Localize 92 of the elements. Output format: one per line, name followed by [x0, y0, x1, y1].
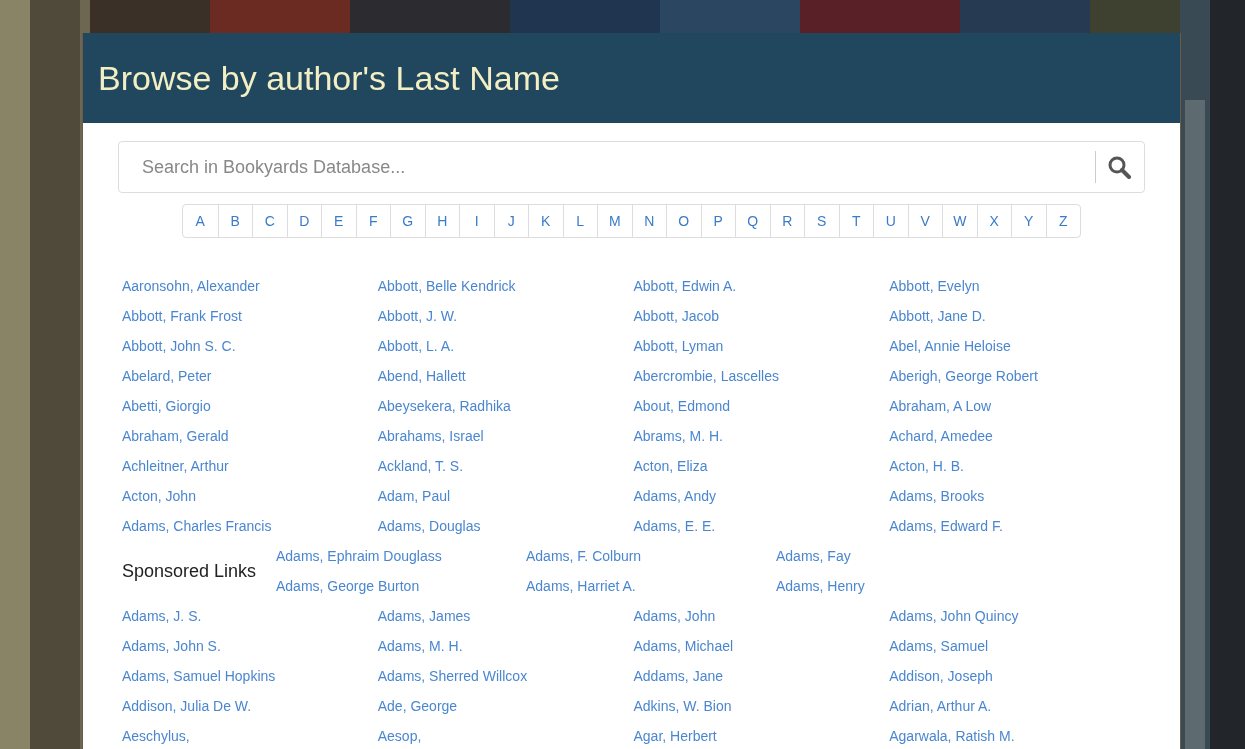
author-link[interactable]: Adams, Harriet A. — [526, 575, 636, 597]
author-link[interactable]: Abraham, A Low — [889, 395, 992, 417]
author-link[interactable]: Abeysekera, Radhika — [377, 395, 511, 417]
author-link[interactable]: Addison, Joseph — [889, 665, 993, 687]
author-link[interactable]: Adams, John S. — [122, 635, 221, 657]
author-link[interactable]: Adams, James — [377, 605, 471, 627]
letter-link[interactable]: I — [459, 205, 494, 237]
author-link[interactable]: Adams, Ephraim Douglass — [276, 545, 442, 567]
letter-link[interactable]: Z — [1045, 205, 1080, 237]
letter-link[interactable]: E — [321, 205, 356, 237]
letter-link[interactable]: H — [424, 205, 459, 237]
author-link[interactable]: Abbott, L. A. — [377, 335, 455, 357]
author-link[interactable]: Adkins, W. Bion — [633, 695, 732, 717]
author-link[interactable]: Adams, Charles Francis — [122, 515, 272, 537]
author-link[interactable]: Adams, Andy — [633, 485, 716, 507]
author-link[interactable]: Adams, Sherred Willcox — [377, 665, 528, 687]
author-link[interactable]: Adams, Douglas — [377, 515, 481, 537]
author-link[interactable]: Acton, Eliza — [633, 455, 708, 477]
letter-link[interactable]: M — [597, 205, 632, 237]
author-link[interactable]: Addison, Julia De W. — [122, 695, 252, 717]
author-link[interactable]: Adams, Edward F. — [889, 515, 1003, 537]
author-link[interactable]: Abraham, Gerald — [122, 425, 229, 447]
author-link[interactable]: Adams, John — [633, 605, 716, 627]
author-link[interactable]: Abbott, Evelyn — [889, 275, 980, 297]
letter-link[interactable]: J — [493, 205, 528, 237]
author-link[interactable]: Abel, Annie Heloise — [889, 335, 1011, 357]
author-link[interactable]: Adams, Henry — [776, 575, 865, 597]
author-link[interactable]: Abbott, Jane D. — [889, 305, 986, 327]
author-link[interactable]: Adams, M. H. — [377, 635, 463, 657]
letter-link[interactable]: B — [217, 205, 252, 237]
author-link[interactable]: Abbott, Jacob — [633, 305, 720, 327]
author-link[interactable]: Acton, John — [122, 485, 196, 507]
author-link[interactable]: Aesop, — [377, 725, 422, 747]
search-field[interactable]: Search in Bookyards Database... — [118, 141, 1145, 193]
author-link[interactable]: Agarwala, Ratish M. — [889, 725, 1015, 747]
author-link[interactable]: Addams, Jane — [633, 665, 723, 687]
letter-link[interactable]: N — [631, 205, 666, 237]
letter-link[interactable]: Q — [735, 205, 770, 237]
author-link[interactable]: Adams, Fay — [776, 545, 851, 567]
author-link[interactable]: Aaronsohn, Alexander — [122, 275, 260, 297]
letter-link[interactable]: X — [976, 205, 1011, 237]
author-link[interactable]: Adams, J. S. — [122, 605, 202, 627]
author-link[interactable]: About, Edmond — [633, 395, 730, 417]
author-link[interactable]: Acton, H. B. — [889, 455, 964, 477]
author-link[interactable]: Adams, Samuel Hopkins — [122, 665, 276, 687]
author-link[interactable]: Abetti, Giorgio — [122, 395, 211, 417]
author-link[interactable]: Achleitner, Arthur — [122, 455, 229, 477]
letter-link[interactable]: V — [907, 205, 942, 237]
author-link[interactable]: Adams, E. E. — [633, 515, 716, 537]
letter-link[interactable]: C — [252, 205, 287, 237]
author-link[interactable]: Adam, Paul — [377, 485, 451, 507]
author-link[interactable]: Abbott, Belle Kendrick — [377, 275, 516, 297]
letter-link[interactable]: F — [355, 205, 390, 237]
letter-link[interactable]: A — [183, 205, 218, 237]
author-link[interactable]: Adrian, Arthur A. — [889, 695, 992, 717]
author-link[interactable]: Aeschylus, — [122, 725, 190, 747]
author-link[interactable]: Abbott, Edwin A. — [633, 275, 737, 297]
letter-link[interactable]: L — [562, 205, 597, 237]
author-link[interactable]: Abbott, J. W. — [377, 305, 458, 327]
author-link[interactable]: Agar, Herbert — [633, 725, 717, 747]
author-link[interactable]: Abbott, John S. C. — [122, 335, 236, 357]
author-link[interactable]: Adams, Brooks — [889, 485, 985, 507]
author-link[interactable]: Achard, Amedee — [889, 425, 993, 447]
letter-link[interactable]: Y — [1011, 205, 1046, 237]
author-link[interactable]: Adams, F. Colburn — [526, 545, 642, 567]
letter-link[interactable]: K — [528, 205, 563, 237]
letter-link[interactable]: P — [700, 205, 735, 237]
author-link[interactable]: Adams, John Quincy — [889, 605, 1019, 627]
letter-link[interactable]: R — [769, 205, 804, 237]
author-link[interactable]: Aberigh, George Robert — [889, 365, 1038, 387]
author-link[interactable]: Abrahams, Israel — [377, 425, 484, 447]
letter-link[interactable]: O — [666, 205, 701, 237]
author-link[interactable]: Abelard, Peter — [122, 365, 212, 387]
author-link[interactable]: Abbott, Frank Frost — [122, 305, 242, 327]
letter-link[interactable]: W — [942, 205, 977, 237]
author-link[interactable]: Adams, Samuel — [889, 635, 989, 657]
page-title: Browse by author's Last Name — [98, 61, 560, 95]
author-link[interactable]: Adams, George Burton — [276, 575, 420, 597]
sponsored-heading: Sponsored Links — [122, 559, 258, 583]
letter-link[interactable]: G — [390, 205, 425, 237]
search-icon[interactable] — [1107, 155, 1131, 179]
author-link[interactable]: Abend, Hallett — [377, 365, 466, 387]
letter-link[interactable]: U — [873, 205, 908, 237]
letter-link[interactable]: T — [838, 205, 873, 237]
letter-link[interactable]: S — [804, 205, 839, 237]
letter-link[interactable]: D — [286, 205, 321, 237]
author-link[interactable]: Ackland, T. S. — [377, 455, 464, 477]
author-link[interactable]: Abbott, Lyman — [633, 335, 724, 357]
author-link[interactable]: Abercrombie, Lascelles — [633, 365, 779, 387]
author-link[interactable]: Ade, George — [377, 695, 458, 717]
author-link[interactable]: Adams, Michael — [633, 635, 734, 657]
author-link[interactable]: Abrams, M. H. — [633, 425, 723, 447]
